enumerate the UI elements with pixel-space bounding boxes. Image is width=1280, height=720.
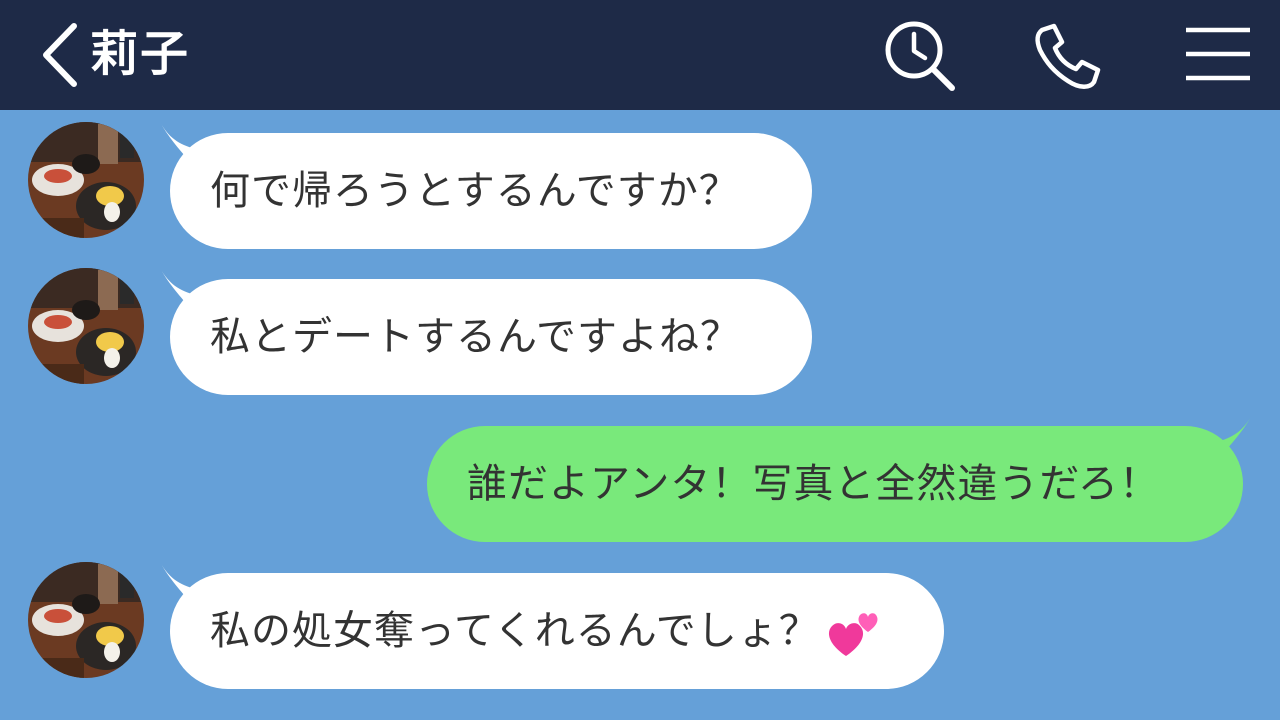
avatar[interactable] (28, 122, 144, 238)
message-bubble-incoming[interactable]: 何で帰ろうとするんですか？ (170, 133, 812, 249)
menu-button[interactable] (1180, 18, 1256, 94)
call-button[interactable] (1028, 18, 1104, 94)
message-text: 何で帰ろうとするんですか？ (210, 168, 740, 214)
search-button[interactable] (882, 18, 958, 94)
avatar-image (28, 122, 144, 238)
chat-header: 莉子 (0, 0, 1280, 110)
hamburger-menu-icon (1186, 27, 1250, 81)
message-bubble-incoming[interactable]: 私とデートするんですよね？ (170, 279, 812, 395)
phone-icon (1035, 23, 1101, 89)
two-hearts-icon (824, 604, 882, 662)
avatar-image (28, 268, 144, 384)
avatar-image (28, 562, 144, 678)
message-text: 私とデートするんですよね？ (210, 314, 741, 360)
search-history-icon (885, 21, 955, 91)
message-bubble-incoming[interactable]: 私の処女奪ってくれるんでしょ？ (170, 573, 944, 689)
avatar[interactable] (28, 268, 144, 384)
back-button[interactable] (36, 20, 84, 90)
chevron-left-icon (43, 23, 77, 87)
message-text: 私の処女奪ってくれるんでしょ？ (210, 608, 820, 654)
chat-title: 莉子 (90, 26, 191, 82)
message-bubble-outgoing[interactable]: 誰だよアンタ！写真と全然違うだろ！ (427, 426, 1243, 542)
avatar[interactable] (28, 562, 144, 678)
message-text: 誰だよアンタ！写真と全然違うだろ！ (467, 461, 1160, 507)
